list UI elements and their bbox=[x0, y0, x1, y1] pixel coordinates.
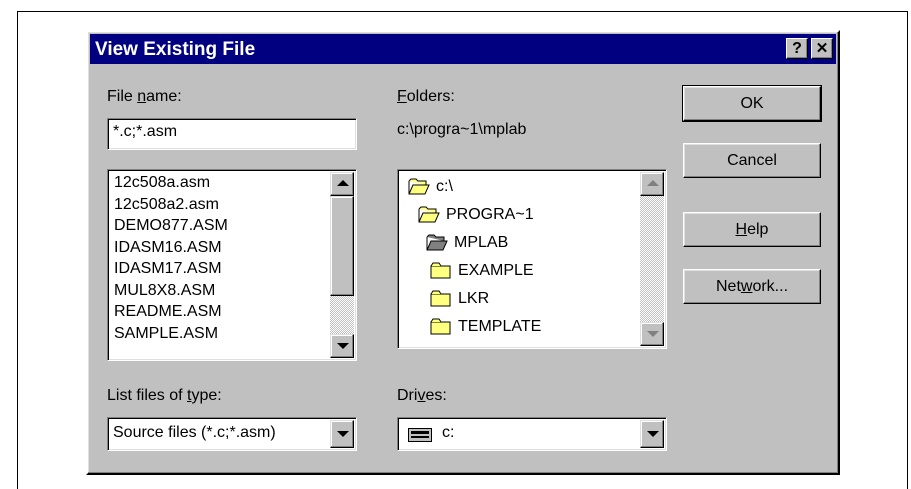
file-type-dropdown-button[interactable] bbox=[330, 420, 354, 448]
folder-name: EXAMPLE bbox=[458, 262, 534, 279]
folder-name: PROGRA~1 bbox=[446, 206, 534, 223]
arrow-down-icon bbox=[647, 331, 659, 337]
folders-label: Folders: bbox=[397, 88, 455, 105]
scroll-thumb[interactable] bbox=[330, 196, 354, 296]
close-button[interactable]: ✕ bbox=[811, 38, 833, 59]
folder-tree-item[interactable]: EXAMPLE bbox=[430, 258, 534, 284]
drives-dropdown-button[interactable] bbox=[640, 420, 664, 448]
question-icon: ? bbox=[792, 39, 802, 57]
scroll-up-button[interactable] bbox=[330, 172, 354, 196]
drive-icon bbox=[408, 428, 432, 442]
folder-tree-item[interactable]: MPLAB bbox=[426, 230, 508, 256]
folder-tree-item[interactable]: PROGRA~1 bbox=[418, 202, 534, 228]
folder-tree-item[interactable]: LKR bbox=[430, 286, 489, 312]
folder-name: TEMPLATE bbox=[458, 318, 542, 335]
folder-tree[interactable]: c:\ PROGRA~1 MPLAB EXAMPLE LKR TEMPLATE bbox=[397, 169, 667, 349]
open-folder-icon bbox=[418, 206, 440, 223]
folder-tree-item[interactable]: TEMPLATE bbox=[430, 314, 541, 340]
open-folder-icon bbox=[426, 234, 448, 251]
scroll-up-button bbox=[640, 172, 664, 196]
title-bar: View Existing File ? ✕ bbox=[90, 34, 836, 64]
folder-icon bbox=[430, 318, 451, 335]
cancel-button[interactable]: Cancel bbox=[683, 143, 821, 178]
help-button[interactable]: Help bbox=[683, 212, 821, 247]
file-list-item[interactable]: README.ASM bbox=[114, 303, 222, 321]
view-existing-file-dialog: View Existing File ? ✕ File name: *.c;*.… bbox=[86, 30, 840, 475]
dialog-title: View Existing File bbox=[95, 39, 256, 60]
file-list-item[interactable]: IDASM16.ASM bbox=[114, 239, 222, 257]
folder-icon bbox=[430, 262, 451, 279]
folder-icon bbox=[430, 290, 451, 307]
file-list-item[interactable]: MUL8X8.ASM bbox=[114, 282, 215, 300]
scroll-down-button bbox=[640, 322, 664, 346]
file-list-scrollbar[interactable] bbox=[330, 172, 354, 358]
file-list-item[interactable]: 12c508a2.asm bbox=[114, 196, 219, 214]
open-folder-icon bbox=[408, 178, 430, 195]
file-list-item[interactable]: IDASM17.ASM bbox=[114, 260, 222, 278]
current-path: c:\progra~1\mplab bbox=[397, 121, 527, 138]
file-name-label: File name: bbox=[107, 88, 182, 105]
file-list-item[interactable]: DEMO877.ASM bbox=[114, 217, 228, 235]
chevron-down-icon bbox=[337, 431, 349, 437]
network-button[interactable]: Network... bbox=[683, 269, 821, 304]
arrow-up-icon bbox=[647, 180, 659, 186]
file-type-select[interactable]: Source files (*.c;*.asm) bbox=[107, 417, 357, 451]
file-list[interactable]: 12c508a.asm 12c508a2.asm DEMO877.ASM IDASM1… bbox=[107, 169, 357, 361]
folder-name: MPLAB bbox=[454, 234, 509, 251]
folder-tree-scrollbar[interactable] bbox=[640, 172, 664, 346]
close-icon: ✕ bbox=[815, 40, 829, 57]
chevron-down-icon bbox=[647, 431, 659, 437]
file-list-item[interactable]: SAMPLE.ASM bbox=[114, 325, 218, 343]
help-title-button[interactable]: ? bbox=[786, 38, 808, 59]
file-type-label: List files of type: bbox=[107, 387, 222, 404]
arrow-up-icon bbox=[337, 180, 349, 186]
file-name-input[interactable]: *.c;*.asm bbox=[107, 118, 357, 150]
folder-name: LKR bbox=[458, 290, 490, 307]
scroll-down-button[interactable] bbox=[330, 334, 354, 358]
drives-label: Drives: bbox=[397, 387, 447, 404]
file-list-item[interactable]: 12c508a.asm bbox=[114, 174, 210, 192]
arrow-down-icon bbox=[337, 343, 349, 349]
folder-name: c:\ bbox=[436, 178, 453, 195]
drives-select[interactable]: c: bbox=[397, 417, 667, 451]
folder-tree-item[interactable]: c:\ bbox=[408, 174, 453, 200]
ok-button[interactable]: OK bbox=[682, 85, 822, 122]
